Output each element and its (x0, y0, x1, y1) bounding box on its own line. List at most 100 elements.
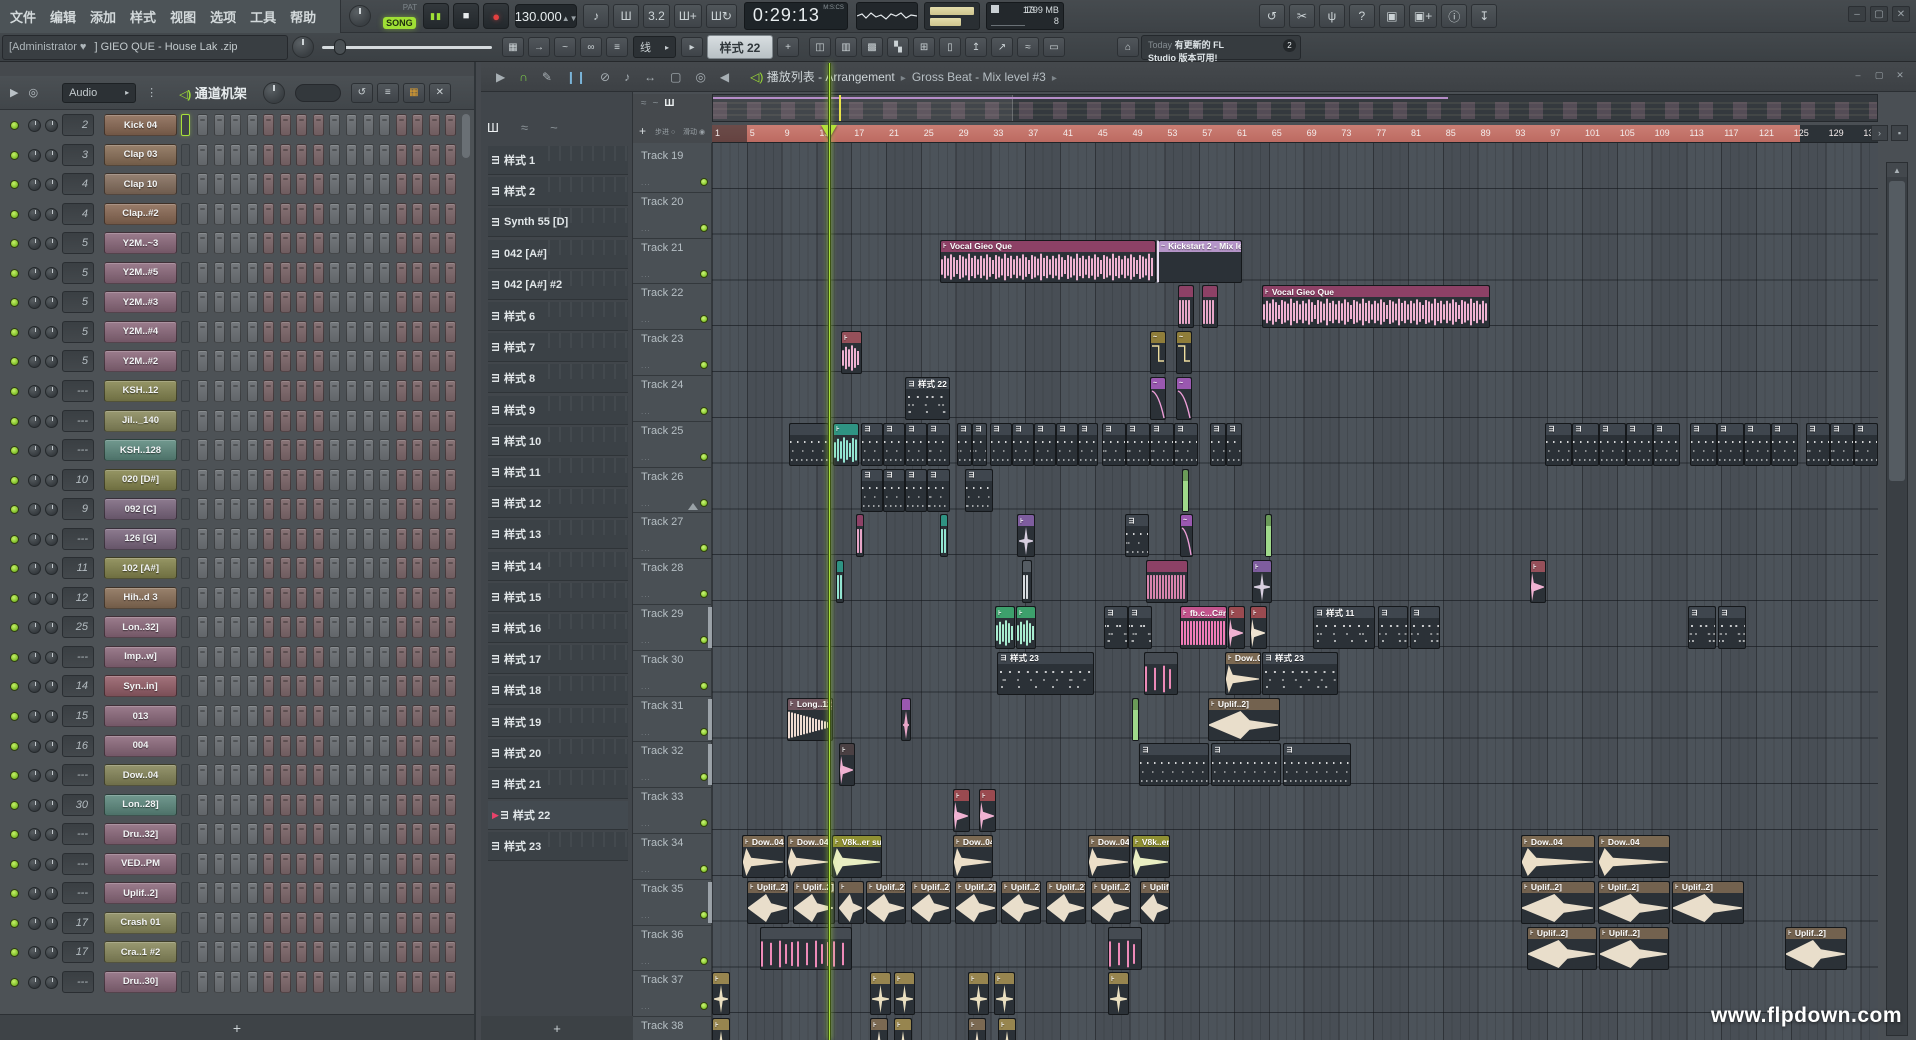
channel-target-number[interactable]: --- (62, 380, 94, 402)
mixer-icon[interactable]: ▚ (887, 37, 909, 57)
step-cell[interactable] (313, 794, 324, 816)
step-cell[interactable] (247, 173, 258, 195)
channel-select-cell[interactable] (181, 232, 190, 254)
clip[interactable]: ⊦ (712, 1018, 730, 1040)
step-cell[interactable] (197, 853, 208, 875)
step-cell[interactable] (247, 291, 258, 313)
dot-button[interactable]: ▪ (1891, 125, 1908, 141)
clip[interactable]: ⊦ (1016, 606, 1036, 649)
clip[interactable]: ヨ (1283, 743, 1351, 786)
rack-scrollbar[interactable] (462, 114, 470, 158)
channel-select-cell[interactable] (181, 469, 190, 491)
clip[interactable]: ヨ (1545, 423, 1572, 466)
step-cell[interactable] (214, 823, 225, 845)
track-name[interactable]: Track 35 (641, 883, 683, 895)
channel-led[interactable] (10, 269, 19, 278)
clip[interactable] (836, 560, 844, 603)
step-cell[interactable] (363, 410, 374, 432)
step-cell[interactable] (280, 410, 291, 432)
track-led[interactable] (700, 178, 708, 186)
update-notice[interactable]: Today 有更新的 FL Studio 版本可用! 2 (1141, 35, 1301, 60)
step-cell[interactable] (214, 291, 225, 313)
clip[interactable]: ヨ (1056, 423, 1078, 466)
step-cell[interactable] (230, 380, 241, 402)
step-cell[interactable] (280, 498, 291, 520)
play-tool-icon[interactable]: ▶ (496, 70, 505, 84)
clip[interactable]: ヨ (1626, 423, 1653, 466)
channel-select-cell[interactable] (181, 764, 190, 786)
track-led[interactable] (700, 407, 708, 415)
step-cell[interactable] (230, 321, 241, 343)
channel-target-number[interactable]: --- (62, 646, 94, 668)
step-cell[interactable] (214, 173, 225, 195)
track-name[interactable]: Track 23 (641, 333, 683, 345)
track-options[interactable]: ... (641, 224, 651, 233)
track-options[interactable]: ... (641, 590, 651, 599)
step-cell[interactable] (346, 794, 357, 816)
clip[interactable]: ヨ (1211, 743, 1281, 786)
clip[interactable]: ⊦ (968, 1018, 986, 1040)
step-cell[interactable] (379, 557, 390, 579)
step-cell[interactable] (280, 144, 291, 166)
step-cell[interactable] (346, 232, 357, 254)
step-cell[interactable] (396, 262, 407, 284)
step-cell[interactable] (412, 557, 423, 579)
step-cell[interactable] (329, 587, 340, 609)
cut-tool-icon[interactable]: ✂ (1289, 4, 1315, 28)
step-cell[interactable] (329, 882, 340, 904)
track-name[interactable]: Track 31 (641, 700, 683, 712)
step-cell[interactable] (214, 705, 225, 727)
step-cell[interactable] (429, 439, 440, 461)
step-cell[interactable] (280, 380, 291, 402)
volume-knob[interactable] (45, 385, 58, 398)
clip[interactable]: ⊦ (839, 743, 855, 786)
track-name[interactable]: Track 26 (641, 471, 683, 483)
step-cell[interactable] (379, 528, 390, 550)
step-cell[interactable] (429, 646, 440, 668)
channel-led[interactable] (10, 357, 19, 366)
step-cell[interactable] (263, 528, 274, 550)
master-pitch-slider[interactable] (322, 35, 492, 60)
step-cell[interactable] (263, 439, 274, 461)
step-cell[interactable] (313, 587, 324, 609)
step-cell[interactable] (280, 232, 291, 254)
step-cell[interactable] (296, 705, 307, 727)
pan-knob[interactable] (28, 680, 41, 693)
clip[interactable]: ヨ (972, 423, 987, 466)
step-cell[interactable] (197, 675, 208, 697)
pan-knob[interactable] (28, 503, 41, 516)
step-cell[interactable] (346, 380, 357, 402)
step-cell[interactable] (230, 262, 241, 284)
step-cell[interactable] (346, 410, 357, 432)
step-cell[interactable] (247, 469, 258, 491)
track-options[interactable]: ... (641, 270, 651, 279)
step-cell[interactable] (263, 941, 274, 963)
step-cell[interactable] (280, 321, 291, 343)
channel-target-number[interactable]: 14 (62, 675, 94, 697)
step-cell[interactable] (263, 144, 274, 166)
channel-led[interactable] (10, 476, 19, 485)
step-cell[interactable] (412, 587, 423, 609)
channel-led[interactable] (10, 564, 19, 573)
step-cell[interactable] (214, 439, 225, 461)
channel-button[interactable]: Imp..w] (104, 646, 177, 668)
step-cell[interactable] (296, 291, 307, 313)
step-cell[interactable] (346, 498, 357, 520)
step-cell[interactable] (230, 853, 241, 875)
volume-knob[interactable] (45, 946, 58, 959)
channel-led[interactable] (10, 919, 19, 928)
channel-target-number[interactable]: --- (62, 410, 94, 432)
step-cell[interactable] (379, 735, 390, 757)
volume-knob[interactable] (45, 237, 58, 250)
clip[interactable]: ⊦fb.c...C#min (1180, 606, 1227, 649)
step-cell[interactable] (379, 941, 390, 963)
clip[interactable]: ヨ (1717, 423, 1744, 466)
volume-knob[interactable] (45, 355, 58, 368)
channel-select-cell[interactable] (181, 823, 190, 845)
step-cell[interactable] (197, 469, 208, 491)
pan-knob[interactable] (28, 917, 41, 930)
step-cell[interactable] (363, 498, 374, 520)
step-cell[interactable] (197, 823, 208, 845)
pattern-item[interactable]: 样式 9 (488, 396, 628, 425)
track-options[interactable]: ... (641, 957, 651, 966)
